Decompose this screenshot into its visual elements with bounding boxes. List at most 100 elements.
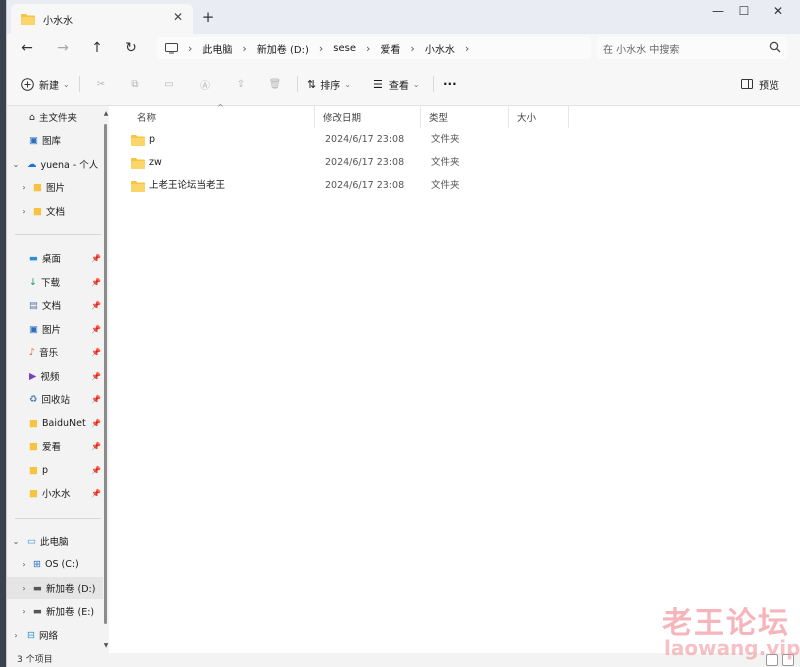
sidebar-item-aikan[interactable]: ■ 爱看 📌 xyxy=(7,435,103,457)
cut-button[interactable]: ✂ xyxy=(91,75,111,93)
folder-icon: ■ xyxy=(29,464,38,476)
preview-button[interactable]: 预览 xyxy=(741,75,779,93)
tab-title: 小水水 xyxy=(43,15,73,27)
sidebar-item-network[interactable]: › ⊟ 网络 xyxy=(7,624,103,646)
video-icon: ▶ xyxy=(29,370,37,382)
sidebar-item-downloads[interactable]: ↓ 下载 📌 xyxy=(7,271,103,293)
scissors-icon: ✂ xyxy=(96,78,106,90)
breadcrumb-item-drive-d[interactable]: 新加卷 (D:) xyxy=(257,41,309,56)
breadcrumb-item-sese[interactable]: sese xyxy=(333,43,356,54)
search-input[interactable]: 在 小水水 中搜索 xyxy=(597,37,787,59)
sidebar-item-home[interactable]: ⌂ 主文件夹 xyxy=(7,106,103,128)
file-explorer-window: 小水水 ✕ + — ☐ ✕ ← → ↑ ↻ › 此电脑 › 新加卷 (D:) ›… xyxy=(6,0,800,667)
computer-icon xyxy=(165,42,178,53)
toolbar-divider xyxy=(79,76,80,92)
table-row[interactable]: zw 2024/6/17 23:08 文件夹 xyxy=(119,152,460,174)
paste-button[interactable]: ▭ xyxy=(159,75,179,93)
folder-icon: ■ xyxy=(33,205,42,217)
folder-icon: ■ xyxy=(29,440,38,452)
chevron-right-icon[interactable]: › xyxy=(11,631,21,640)
sidebar-item-recycle-bin[interactable]: ♻ 回收站 📌 xyxy=(7,388,103,410)
gallery-icon: ▣ xyxy=(29,134,38,146)
column-header-size[interactable]: 大小 xyxy=(509,106,569,128)
sidebar-item-onedrive[interactable]: ⌄ ☁ yuena - 个人 xyxy=(7,153,103,175)
table-row[interactable]: 上老王论坛当老王 2024/6/17 23:08 文件夹 xyxy=(119,175,460,197)
sidebar-item-drive-c[interactable]: › ⊞ OS (C:) xyxy=(7,553,103,575)
toolbar-divider xyxy=(297,76,298,92)
pin-icon: 📌 xyxy=(91,253,101,263)
new-button[interactable]: 新建 ⌄ xyxy=(21,75,70,93)
sidebar-item-baidunet[interactable]: ■ BaiduNet 📌 xyxy=(7,412,103,434)
sidebar-item-gallery[interactable]: ▣ 图库 xyxy=(7,129,103,151)
sidebar-item-p[interactable]: ■ p 📌 xyxy=(7,459,103,481)
search-icon xyxy=(769,41,781,53)
breadcrumb[interactable]: › 此电脑 › 新加卷 (D:) › sese › 爱看 › 小水水 › xyxy=(157,37,591,59)
folder-icon: ■ xyxy=(33,181,42,193)
breadcrumb-item-thispc[interactable]: 此电脑 xyxy=(202,41,232,56)
search-placeholder: 在 小水水 中搜索 xyxy=(603,44,680,56)
close-window-button[interactable]: ✕ xyxy=(761,0,795,24)
sidebar-item-od-documents[interactable]: › ■ 文档 xyxy=(7,200,103,222)
breadcrumb-item-xiaoshui[interactable]: 小水水 xyxy=(425,41,455,56)
chevron-right-icon: › xyxy=(366,41,371,55)
share-button[interactable]: ⇪ xyxy=(231,75,251,93)
folder-icon: ■ xyxy=(29,417,38,429)
preview-pane-icon xyxy=(741,79,753,89)
plus-circle-icon xyxy=(21,77,34,91)
chevron-right-icon: › xyxy=(242,41,247,55)
sidebar-item-drive-d[interactable]: › ▬ 新加卷 (D:) xyxy=(7,577,103,599)
maximize-button[interactable]: ☐ xyxy=(727,0,761,24)
folder-icon xyxy=(21,14,35,25)
sidebar-item-od-pictures[interactable]: › ■ 图片 xyxy=(7,176,103,198)
scroll-thumb[interactable] xyxy=(104,124,107,624)
column-header-type[interactable]: 类型 xyxy=(421,106,509,128)
command-bar: 新建 ⌄ ✂ ⧉ ▭ Ⓐ ⇪ 🗑 ⇅ 排序 ⌄ ☰ 查看 ⌄ ··· 预览 xyxy=(7,62,800,106)
sidebar-item-documents[interactable]: ▤ 文档 📌 xyxy=(7,294,103,316)
sidebar-item-videos[interactable]: ▶ 视频 📌 xyxy=(7,365,103,387)
sidebar-item-desktop[interactable]: ▬ 桌面 📌 xyxy=(7,247,103,269)
chevron-down-icon[interactable]: ⌄ xyxy=(11,537,21,546)
chevron-right-icon[interactable]: › xyxy=(19,207,29,216)
breadcrumb-item-aikan[interactable]: 爱看 xyxy=(380,41,400,56)
sidebar-divider xyxy=(15,234,101,235)
sidebar-item-pictures[interactable]: ▣ 图片 📌 xyxy=(7,318,103,340)
clipboard-icon: ▭ xyxy=(164,78,174,90)
rename-button[interactable]: Ⓐ xyxy=(195,75,215,93)
chevron-right-icon: › xyxy=(318,41,324,55)
sidebar-item-xiaoshui[interactable]: ■ 小水水 📌 xyxy=(7,482,103,504)
folder-icon: ■ xyxy=(29,487,38,499)
drive-icon: ▬ xyxy=(33,605,42,617)
sidebar-item-music[interactable]: ♪ 音乐 📌 xyxy=(7,341,103,363)
sidebar-item-thispc[interactable]: ⌄ ▭ 此电脑 xyxy=(7,530,103,552)
table-row[interactable]: p 2024/6/17 23:08 文件夹 xyxy=(119,129,460,151)
close-tab-icon[interactable]: ✕ xyxy=(171,10,185,24)
chevron-right-icon[interactable]: › xyxy=(19,560,29,569)
view-button[interactable]: ☰ 查看 ⌄ xyxy=(373,75,420,93)
sort-button[interactable]: ⇅ 排序 ⌄ xyxy=(307,75,351,93)
tab-current[interactable]: 小水水 ✕ xyxy=(11,4,193,34)
more-button[interactable]: ··· xyxy=(443,75,457,93)
column-header-name[interactable]: 名称 xyxy=(129,106,315,128)
toolbar-divider xyxy=(433,76,434,92)
sidebar-item-drive-e[interactable]: › ▬ 新加卷 (E:) xyxy=(7,600,103,622)
forward-button[interactable]: → xyxy=(53,38,73,58)
chevron-right-icon[interactable]: › xyxy=(19,183,29,192)
windows-drive-icon: ⊞ xyxy=(33,558,41,570)
file-type: 文件夹 xyxy=(431,157,460,168)
pin-icon: 📌 xyxy=(91,371,101,381)
copy-button[interactable]: ⧉ xyxy=(125,75,145,93)
refresh-button[interactable]: ↻ xyxy=(121,38,141,58)
chevron-right-icon[interactable]: › xyxy=(19,607,29,616)
delete-button[interactable]: 🗑 xyxy=(265,75,285,93)
new-tab-button[interactable]: + xyxy=(199,8,217,26)
back-button[interactable]: ← xyxy=(17,38,37,58)
chevron-right-icon[interactable]: › xyxy=(19,584,29,593)
home-icon: ⌂ xyxy=(29,111,36,123)
pin-icon: 📌 xyxy=(91,441,101,451)
up-button[interactable]: ↑ xyxy=(87,38,107,58)
file-date: 2024/6/17 23:08 xyxy=(325,180,405,191)
file-name: 上老王论坛当老王 xyxy=(149,180,226,191)
column-header-date[interactable]: 修改日期 xyxy=(315,106,421,128)
chevron-down-icon[interactable]: ⌄ xyxy=(11,160,21,169)
pin-icon: 📌 xyxy=(91,418,101,428)
